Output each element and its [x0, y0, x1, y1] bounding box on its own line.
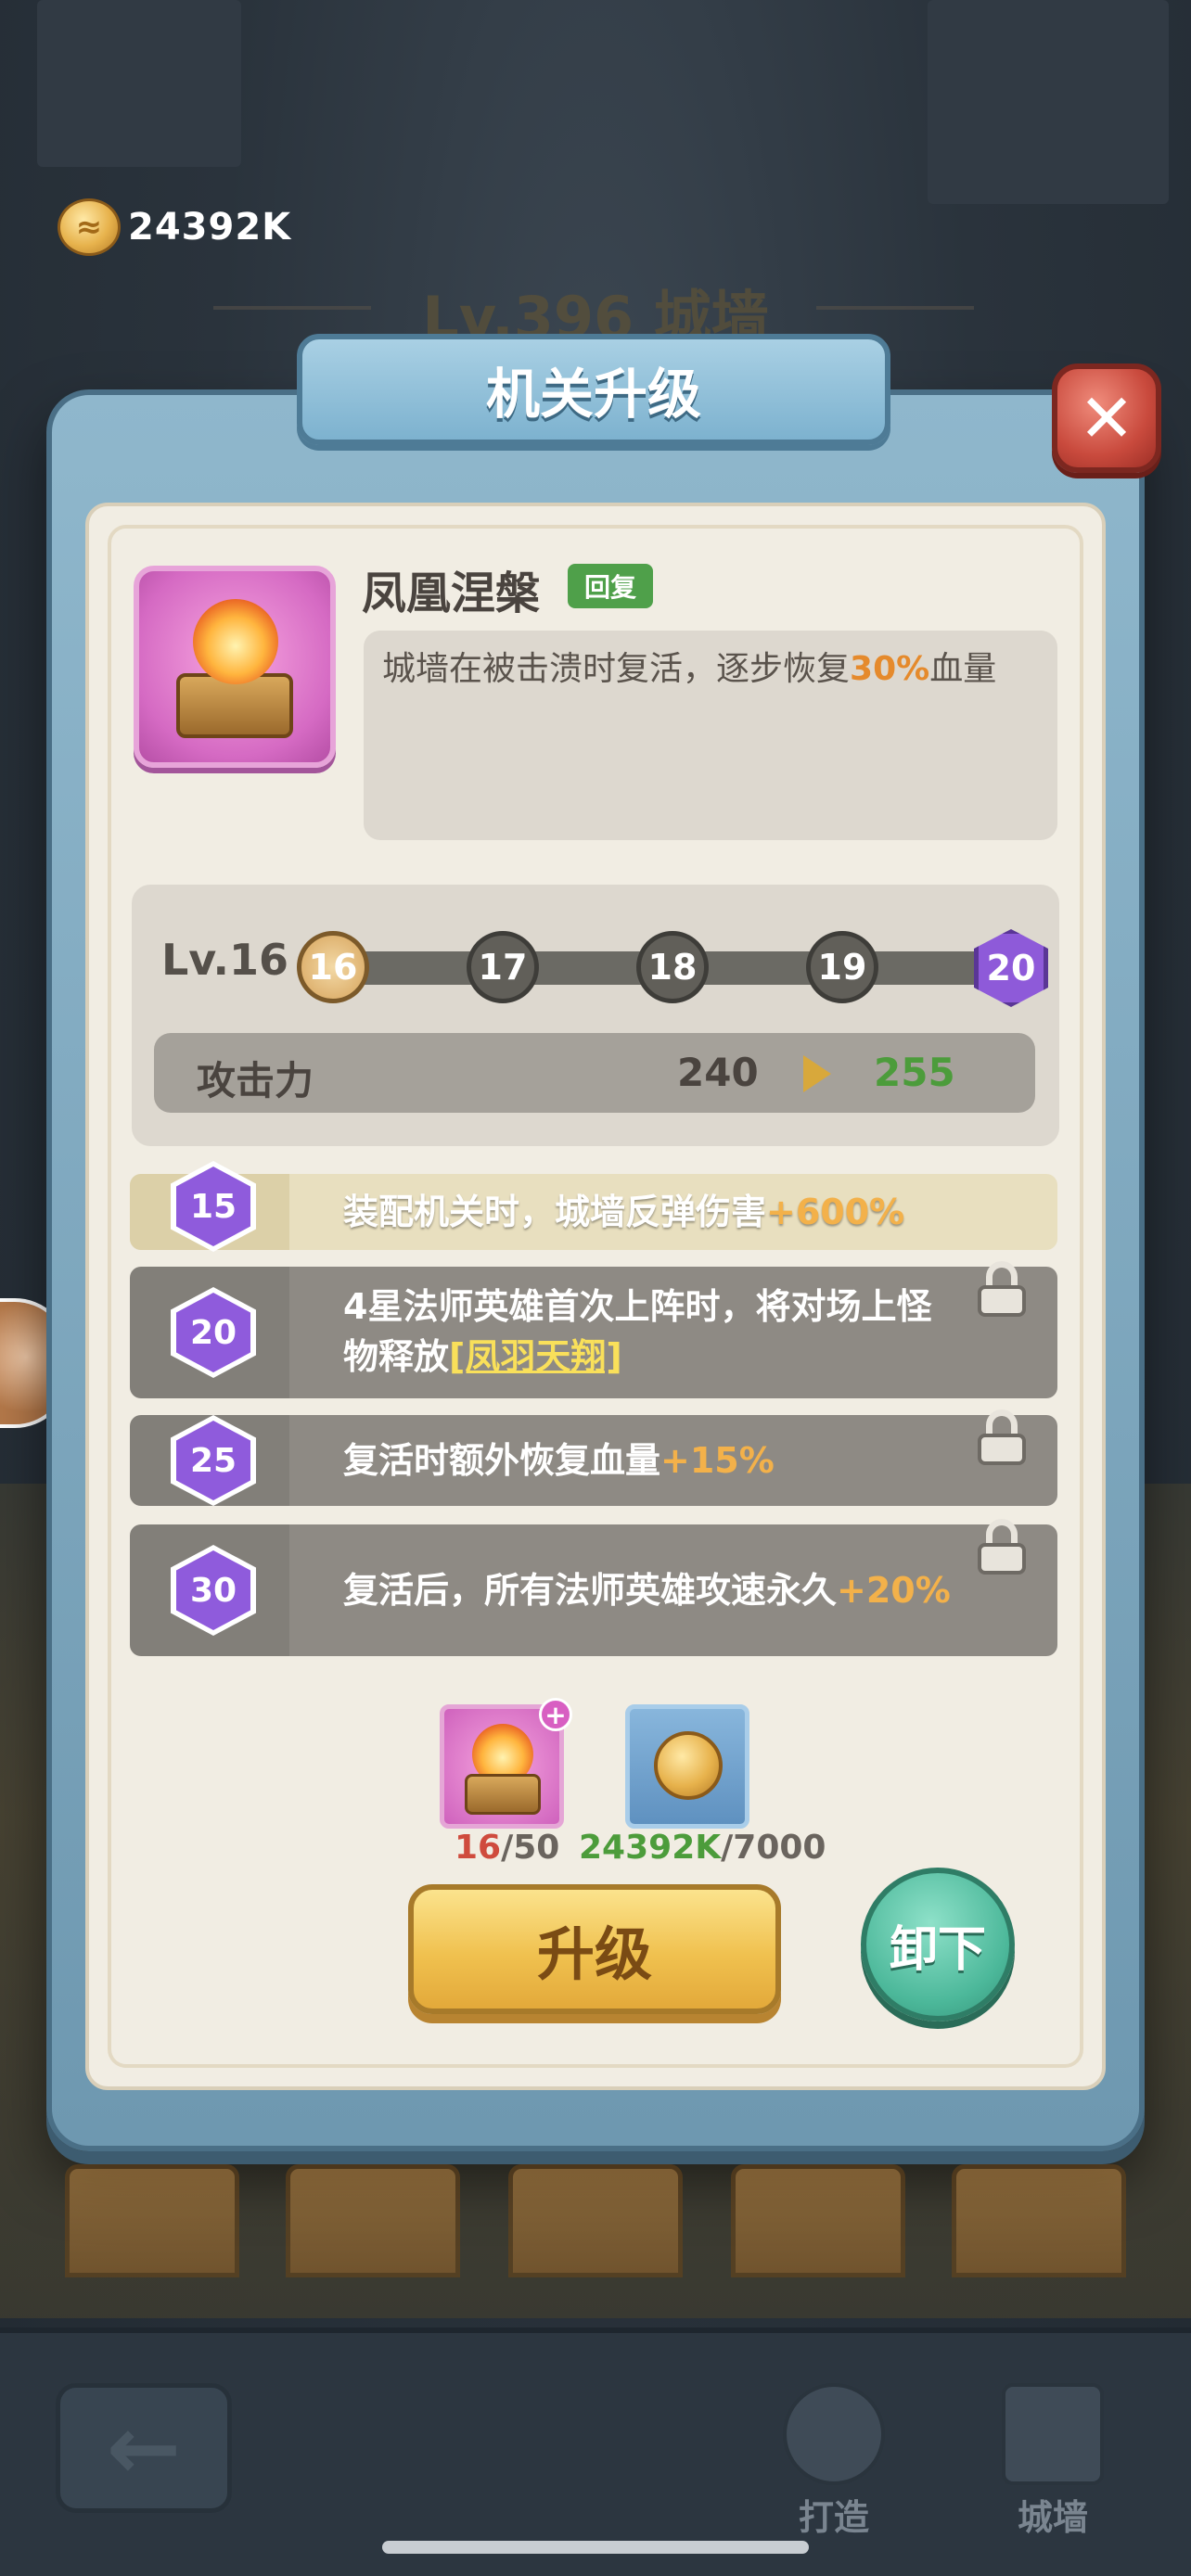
gear-icon — [783, 2383, 885, 2485]
home-indicator[interactable] — [382, 2541, 809, 2554]
background-building — [928, 0, 1169, 204]
close-icon: ✕ — [1078, 379, 1135, 457]
stat-row-attack: 攻击力 240 255 — [154, 1033, 1035, 1113]
back-arrow-icon: ← — [106, 2396, 182, 2500]
unequip-button-label: 卸下 — [889, 1921, 986, 1978]
coin-have: 24392K — [579, 1829, 722, 1867]
gold-coin-icon — [58, 198, 121, 256]
level-node-18: 18 — [636, 931, 709, 1003]
lock-icon — [978, 1261, 1026, 1317]
equipment-slot[interactable] — [65, 2164, 239, 2277]
card-have: 16 — [455, 1829, 502, 1867]
equipment-slot[interactable] — [731, 2164, 905, 2277]
description-highlight: 30% — [850, 650, 930, 688]
description-text: 城墙在被击溃时复活，逐步恢复 — [382, 650, 851, 688]
perk-description: 复活后，所有法师英雄攻速永久+20% — [343, 1565, 955, 1615]
level-node-16: 16 — [297, 931, 369, 1003]
level-panel: Lv.16 16 17 18 19 20 攻击力 240 255 — [132, 885, 1059, 1146]
perk-text: 装配机关时，城墙反弹伤害 — [343, 1192, 767, 1232]
skill-name: 凤凰涅槃 — [362, 567, 541, 619]
level-node-20-max: 20 — [974, 929, 1048, 1007]
stat-next-value: 255 — [874, 1050, 955, 1095]
equipment-slot[interactable] — [286, 2164, 460, 2277]
perk-skill-link[interactable]: [凤羽天翔] — [449, 1336, 622, 1377]
card-need: /50 — [501, 1829, 560, 1867]
perk-text: 4星法师英雄首次上阵时，将对场上怪物释放 — [343, 1286, 932, 1377]
stat-current-value: 240 — [677, 1050, 759, 1095]
perk-row-30: 30 复活后，所有法师英雄攻速永久+20% — [130, 1519, 1057, 1656]
card-cost-label: 16/50 — [455, 1829, 559, 1867]
current-level-label: Lv.16 — [161, 935, 289, 985]
modal-title: 机关升级 — [485, 363, 701, 426]
level-node-19: 19 — [806, 931, 878, 1003]
perk-bonus: +15% — [660, 1440, 775, 1481]
perk-text: 复活时额外恢复血量 — [343, 1440, 661, 1481]
coin-need: /7000 — [721, 1829, 826, 1867]
plus-icon[interactable]: + — [539, 1698, 572, 1731]
perk-row-25: 25 复活时额外恢复血量+15% — [130, 1409, 1057, 1506]
castle-icon — [1002, 2383, 1104, 2485]
coin-cost-label: 24392K/7000 — [579, 1829, 826, 1867]
currency-display: 24392K — [58, 195, 291, 260]
skill-description: 城墙在被击溃时复活，逐步恢复30%血量 — [364, 631, 1057, 840]
phoenix-flame-icon — [193, 599, 278, 684]
skill-card-icon[interactable] — [134, 566, 336, 768]
perk-description: 复活时额外恢复血量+15% — [343, 1435, 955, 1486]
perk-text: 复活后，所有法师英雄攻速永久 — [343, 1570, 838, 1611]
lock-icon — [978, 1519, 1026, 1575]
background-building — [37, 0, 241, 167]
nav-item-forge[interactable]: 打造 — [746, 2383, 922, 2541]
lock-icon — [978, 1409, 1026, 1465]
back-button[interactable]: ← — [56, 2383, 232, 2513]
nav-label: 打造 — [798, 2497, 869, 2538]
perk-bonus: +20% — [837, 1570, 951, 1611]
unequip-button[interactable]: 卸下 — [861, 1868, 1015, 2021]
upgrade-button[interactable]: 升级 — [408, 1884, 781, 2014]
nav-label: 城墙 — [1017, 2497, 1088, 2538]
perk-row-15: 15 装配机关时，城墙反弹伤害+600% — [130, 1161, 1057, 1252]
gold-coin-icon — [654, 1731, 723, 1800]
perk-row-20: 20 4星法师英雄首次上阵时，将对场上怪物释放[凤羽天翔] — [130, 1261, 1057, 1398]
cost-coin-item[interactable] — [625, 1704, 749, 1829]
perk-description: 4星法师英雄首次上阵时，将对场上怪物释放[凤羽天翔] — [343, 1282, 955, 1382]
nav-item-wall[interactable]: 城墙 — [965, 2383, 1141, 2541]
description-text-end: 血量 — [929, 650, 997, 688]
chest-icon — [465, 1774, 541, 1815]
arrow-right-icon — [803, 1055, 831, 1092]
equipment-slot[interactable] — [952, 2164, 1126, 2277]
close-button[interactable]: ✕ — [1052, 363, 1161, 473]
level-node-17: 17 — [467, 931, 539, 1003]
modal-title-banner: 机关升级 — [297, 334, 890, 445]
perk-bonus: +600% — [766, 1192, 905, 1232]
equipment-slot[interactable] — [508, 2164, 683, 2277]
equipment-slot-row — [0, 2164, 1191, 2277]
stat-name: 攻击力 — [197, 1058, 314, 1103]
skill-type-tag: 回复 — [568, 564, 654, 608]
upgrade-button-label: 升级 — [536, 1920, 652, 1988]
cost-card-item[interactable]: + — [440, 1698, 572, 1829]
currency-amount: 24392K — [128, 206, 292, 249]
perk-description: 装配机关时，城墙反弹伤害+600% — [343, 1187, 955, 1237]
